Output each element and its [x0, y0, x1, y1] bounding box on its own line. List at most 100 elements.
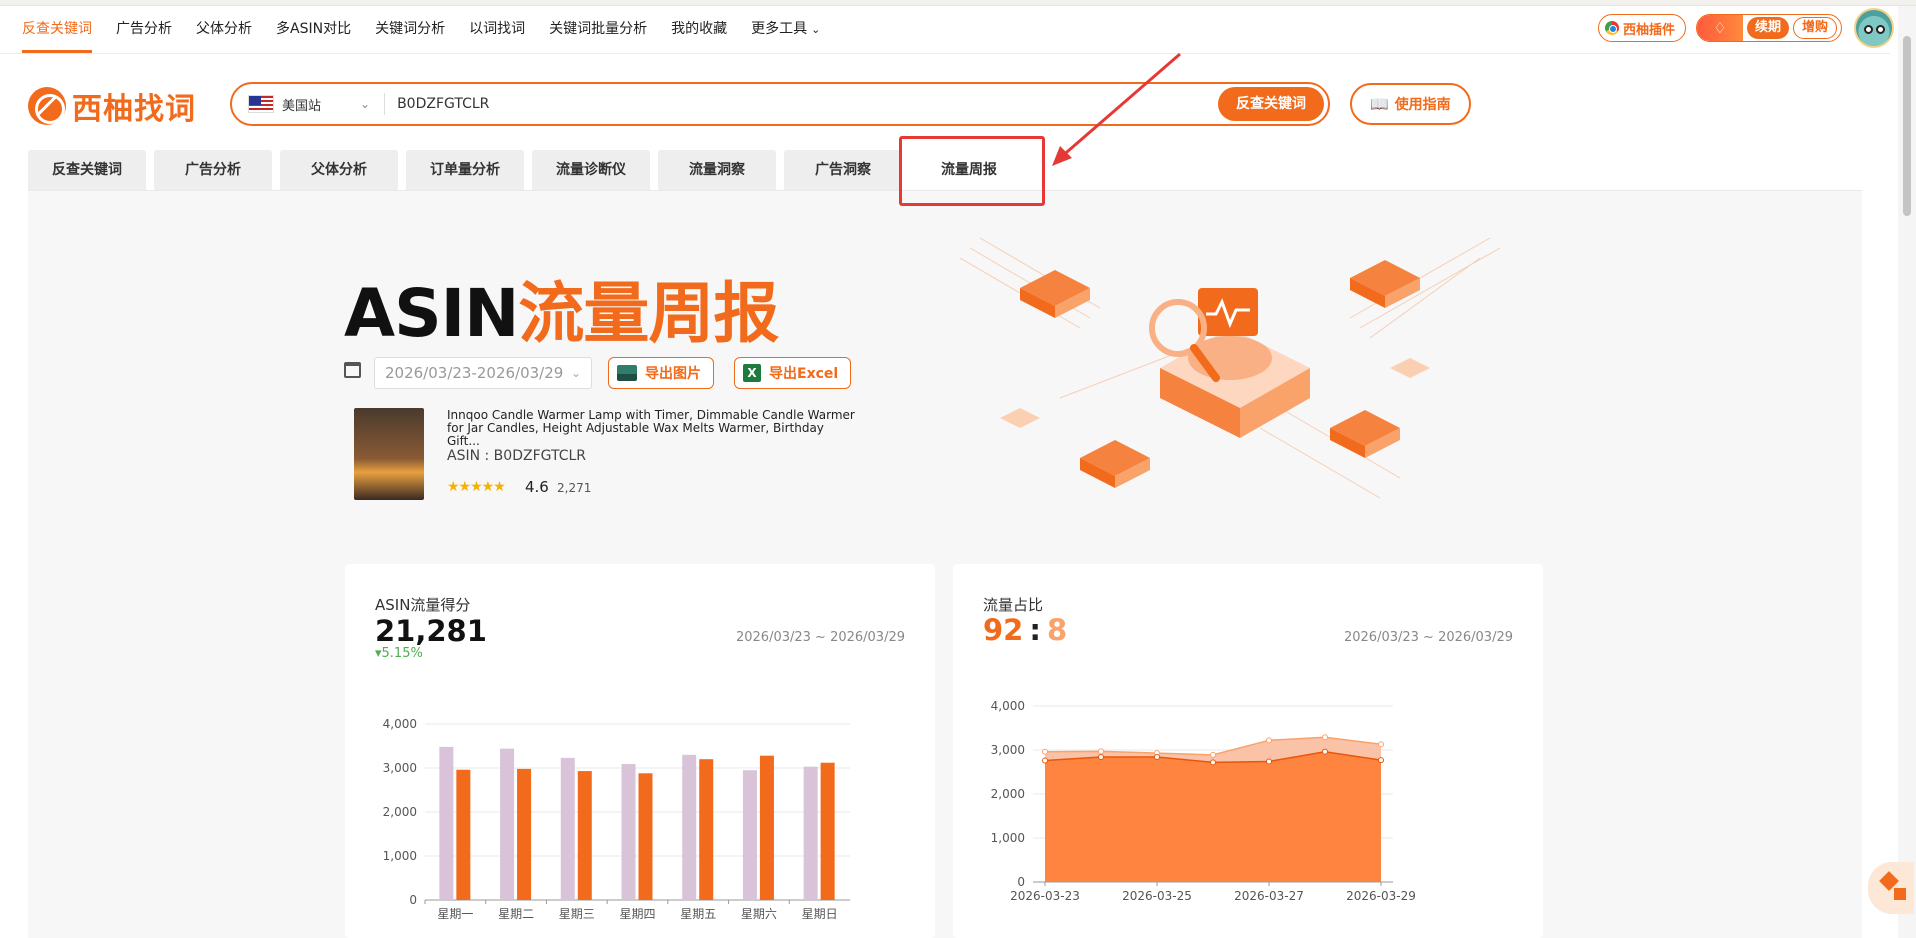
y-tick-label: 0 [1017, 875, 1025, 889]
top-nav-items: 反查关键词 广告分析 父体分析 多ASIN对比 关键词分析 以词找词 关键词批量… [0, 6, 844, 54]
nav-more-tools-label: 更多工具 [751, 20, 808, 37]
y-tick-label: 3,000 [991, 743, 1025, 757]
export-excel-label: 导出Excel [769, 366, 839, 382]
plugin-button[interactable]: 西柚插件 [1597, 14, 1686, 42]
nav-batch-keyword-analysis[interactable]: 关键词批量分析 [549, 6, 647, 54]
nav-more-tools[interactable]: 更多工具 ⌄ [751, 6, 820, 54]
page-scrollbar[interactable] [1898, 6, 1916, 938]
data-point [1154, 754, 1160, 761]
y-tick-label: 1,000 [991, 831, 1025, 845]
page-title-asin: ASIN [344, 275, 519, 352]
nav-keyword-analysis[interactable]: 关键词分析 [375, 6, 445, 54]
excel-icon: X [743, 364, 761, 382]
bar [742, 770, 757, 900]
y-tick-label: 3,000 [383, 761, 417, 775]
data-point [1322, 748, 1328, 755]
x-tick-label: 星期三 [559, 907, 595, 921]
chrome-icon [1604, 21, 1619, 35]
product-asin: ASIN : B0DZFGTCLR [447, 448, 587, 464]
export-image-label: 导出图片 [645, 366, 701, 382]
calendar-icon [344, 362, 361, 378]
hero-illustration [960, 237, 1500, 499]
chevron-down-icon[interactable]: ⌄ [360, 97, 370, 111]
date-range-value: 2026/03/23-2026/03/29 [385, 364, 564, 382]
export-excel-button[interactable]: X 导出Excel [734, 357, 852, 389]
site-select[interactable]: 美国站 [282, 95, 352, 114]
tab-highlight-box [899, 136, 1045, 206]
chevron-down-icon: ⌄ [570, 366, 581, 380]
avatar-eye-left [1864, 25, 1873, 34]
y-tick-label: 2,000 [383, 805, 417, 819]
nav-my-favorites[interactable]: 我的收藏 [671, 6, 727, 54]
bar [621, 764, 636, 900]
us-flag-icon [248, 95, 274, 113]
bar [803, 766, 818, 900]
nav-reverse-keyword[interactable]: 反查关键词 [22, 6, 92, 54]
bar [638, 773, 653, 900]
product-image[interactable] [354, 408, 424, 500]
data-point [1210, 751, 1216, 758]
tab-traffic-insight[interactable]: 流量洞察 [658, 150, 776, 190]
page-title-weekly: 流量周报 [518, 275, 779, 352]
x-tick-label: 星期一 [437, 907, 473, 921]
x-tick-label: 星期六 [741, 907, 777, 921]
x-tick-label: 星期四 [619, 907, 655, 921]
bar [456, 769, 471, 900]
buy-more-button[interactable]: 增购 [1792, 17, 1837, 39]
rating-value: 4.6 [525, 478, 549, 496]
scrollbar-thumb[interactable] [1903, 36, 1911, 216]
tab-ad-insight[interactable]: 广告洞察 [784, 150, 902, 190]
nav-multi-asin-compare[interactable]: 多ASIN对比 [276, 6, 351, 54]
tab-ad-analysis[interactable]: 广告分析 [154, 150, 272, 190]
bar [439, 746, 454, 900]
nav-ad-analysis[interactable]: 广告分析 [116, 6, 172, 54]
x-tick-label: 星期日 [802, 907, 838, 921]
x-tick-label: 2026-03-29 [1346, 889, 1416, 903]
bar [699, 759, 714, 900]
area-series-organic [1045, 751, 1381, 882]
bar [577, 771, 592, 900]
logo-icon [28, 87, 66, 125]
product-title[interactable]: Innqoo Candle Warmer Lamp with Timer, Di… [447, 409, 857, 448]
data-point [1098, 748, 1104, 755]
tab-reverse-keyword[interactable]: 反查关键词 [28, 150, 146, 190]
nav-parent-analysis[interactable]: 父体分析 [196, 6, 252, 54]
tab-order-analysis[interactable]: 订单量分析 [406, 150, 524, 190]
renew-button[interactable]: 续期 [1746, 17, 1789, 39]
annotation-arrow [1052, 52, 1181, 166]
data-point [1322, 734, 1328, 741]
bar [517, 768, 532, 900]
data-point [1266, 758, 1272, 765]
chevron-down-icon: ⌄ [811, 22, 821, 36]
tab-traffic-diagnosis[interactable]: 流量诊断仪 [532, 150, 650, 190]
y-tick-label: 2,000 [991, 787, 1025, 801]
date-range-select[interactable]: 2026/03/23-2026/03/29 ⌄ [374, 357, 592, 389]
data-point [1378, 741, 1384, 748]
search-button[interactable]: 反查关键词 [1218, 87, 1324, 121]
book-icon: 📖 [1370, 95, 1389, 113]
bar [682, 754, 697, 900]
bar [759, 755, 774, 900]
data-point [1378, 757, 1384, 764]
logo-text: 西柚找词 [72, 92, 196, 127]
sub-tabs: 反查关键词 广告分析 父体分析 订单量分析 流量诊断仪 流量洞察 广告洞察 流量… [28, 150, 1036, 190]
x-tick-label: 2026-03-23 [1010, 889, 1080, 903]
export-image-button[interactable]: 导出图片 [608, 357, 714, 389]
floating-helper-button[interactable] [1868, 862, 1914, 914]
rating-stars: ★★★★★ [447, 479, 506, 495]
divider [384, 93, 386, 115]
illustration-platform [1149, 288, 1310, 438]
user-guide-button[interactable]: 📖 使用指南 [1350, 83, 1471, 125]
image-icon [617, 365, 637, 381]
nav-word-to-word[interactable]: 以词找词 [469, 6, 525, 54]
review-count: 2,271 [557, 481, 592, 495]
report-area [28, 191, 1862, 938]
plugin-button-label: 西柚插件 [1622, 22, 1675, 38]
data-point [1266, 737, 1272, 744]
page-title: ASIN流量周报 [344, 260, 779, 356]
tab-parent-analysis[interactable]: 父体分析 [280, 150, 398, 190]
y-tick-label: 4,000 [991, 699, 1025, 713]
x-tick-label: 2026-03-27 [1234, 889, 1304, 903]
avatar[interactable] [1854, 8, 1894, 48]
logo[interactable]: 西柚找词 [28, 84, 196, 128]
